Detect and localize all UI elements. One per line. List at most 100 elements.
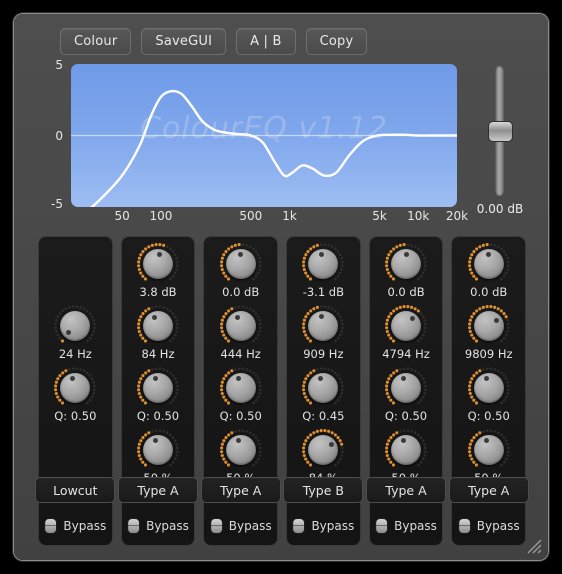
band-1-gain-control: 3.8 dB	[122, 237, 195, 299]
band-1-percent-knob[interactable]	[135, 427, 181, 469]
band-3-gain-knob[interactable]	[300, 241, 346, 283]
band-2-gain-control: 0.0 dB	[204, 237, 277, 299]
lowcut-bypass-control[interactable]: Bypass	[44, 518, 106, 534]
resize-grip-icon[interactable]	[524, 536, 542, 554]
band-3-q-value: Q: 0.45	[302, 409, 345, 423]
band-1-freq-control: 84 Hz	[122, 299, 195, 361]
band-3-percent-control: 84 %	[287, 423, 360, 485]
band-1-gain-knob[interactable]	[135, 241, 181, 283]
band-1-type-button[interactable]: Type A	[118, 477, 198, 503]
band-panel-band-2: 0.0 dB 444 Hz Q: 0.5050 %Type A Bypass	[200, 236, 281, 546]
output-fader-thumb[interactable]	[488, 121, 513, 142]
ab-compare-button[interactable]: A | B	[236, 28, 296, 55]
band-4-type-button[interactable]: Type A	[366, 477, 447, 503]
band-1-bypass-label: Bypass	[146, 519, 189, 533]
x-axis-tick-1k: 1k	[282, 209, 297, 223]
knob-body	[391, 311, 422, 341]
output-section: 0.00 dB	[469, 64, 531, 229]
band-1-q-value: Q: 0.50	[136, 409, 180, 423]
band-4-bypass-control[interactable]: Bypass	[375, 518, 437, 534]
knob-body	[391, 435, 422, 465]
band-3-type-button[interactable]: Type B	[283, 477, 364, 503]
band-2-gain-value: 0.0 dB	[222, 285, 260, 299]
bypass-toggle-icon[interactable]	[44, 518, 58, 534]
band-5-gain-control: 0.0 dB	[452, 237, 525, 299]
knob-pointer	[493, 317, 499, 323]
band-5-freq-value: 9809 Hz	[464, 347, 513, 361]
band-1-bypass-control[interactable]: Bypass	[127, 518, 189, 534]
band-5-percent-knob[interactable]	[466, 427, 512, 469]
band-2-freq-knob[interactable]	[218, 303, 264, 345]
knob-pointer	[409, 316, 415, 322]
eq-curve-display[interactable]: ColourEQ v1.12	[71, 64, 457, 207]
band-2-percent-control: 50 %	[204, 423, 277, 485]
lowcut-freq-knob[interactable]	[52, 303, 98, 345]
band-2-q-control: Q: 0.50	[204, 361, 277, 423]
copy-button[interactable]: Copy	[305, 28, 368, 55]
band-5-q-value: Q: 0.50	[467, 409, 510, 423]
band-5-type-button[interactable]: Type A	[448, 477, 529, 503]
colour-button[interactable]: Colour	[60, 28, 132, 55]
band-2-percent-knob[interactable]	[218, 427, 264, 469]
band-2-freq-control: 444 Hz	[204, 299, 277, 361]
band-3-freq-value: 909 Hz	[303, 347, 344, 361]
bypass-toggle-icon[interactable]	[209, 518, 223, 534]
band-2-q-knob[interactable]	[218, 365, 264, 407]
band-4-q-knob[interactable]	[383, 365, 429, 407]
band-2-bypass-label: Bypass	[228, 519, 272, 533]
knob-body	[143, 311, 173, 341]
bypass-toggle-icon[interactable]	[127, 518, 141, 534]
band-1-freq-knob[interactable]	[135, 303, 181, 345]
band-strip: 24 Hz Q: 0.50 Lowcut Bypass 3.8 dB 84 Hz Q: 0.…	[35, 236, 529, 546]
band-4-gain-knob[interactable]	[383, 241, 429, 283]
lowcut-bypass-label: Bypass	[63, 519, 107, 533]
band-5-gain-value: 0.0 dB	[470, 285, 508, 299]
band-4-percent-control: 50 %	[370, 423, 443, 485]
y-axis-label-bottom: -5	[51, 197, 63, 211]
bypass-toggle-icon[interactable]	[292, 518, 306, 534]
band-3-gain-control: -3.1 dB	[287, 237, 360, 299]
knob-pointer	[403, 252, 409, 257]
band-2-bypass-control[interactable]: Bypass	[209, 518, 272, 534]
lowcut-type-button[interactable]: Lowcut	[35, 477, 116, 503]
lowcut-q-knob[interactable]	[52, 365, 98, 407]
band-4-percent-knob[interactable]	[383, 427, 429, 469]
lowcut-q-control: Q: 0.50	[39, 361, 112, 423]
band-4-gain-value: 0.0 dB	[387, 285, 425, 299]
band-1-q-knob[interactable]	[135, 365, 181, 407]
y-axis-label-middle: 0	[55, 129, 63, 143]
band-5-q-knob[interactable]	[466, 365, 512, 407]
band-5-bypass-control[interactable]: Bypass	[457, 518, 520, 534]
band-5-freq-knob[interactable]	[466, 303, 512, 345]
band-3-percent-knob[interactable]	[300, 427, 346, 469]
band-panel-band-4: 0.0 dB 4794 Hz Q: 0.5050 %Type A Bypass	[366, 236, 447, 546]
band-3-gain-value: -3.1 dB	[302, 285, 344, 299]
band-panel-band-5: 0.0 dB 9809 Hz Q: 0.5050 %Type A Bypass	[448, 236, 529, 546]
band-5-q-control: Q: 0.50	[452, 361, 525, 423]
band-3-q-knob[interactable]	[300, 365, 346, 407]
x-axis: 50 100 500 1k 5k 10k 20k	[71, 209, 469, 227]
band-5-bypass-label: Bypass	[476, 519, 520, 533]
savegui-button[interactable]: SaveGUI	[141, 28, 227, 55]
knob-pointer	[234, 314, 240, 320]
band-panel-lowcut: 24 Hz Q: 0.50 Lowcut Bypass	[35, 236, 116, 546]
band-2-gain-knob[interactable]	[218, 241, 264, 283]
band-1-gain-value: 3.8 dB	[139, 285, 177, 299]
knob-pointer	[152, 314, 158, 320]
band-4-q-value: Q: 0.50	[384, 409, 428, 423]
band-3-bypass-control[interactable]: Bypass	[292, 518, 354, 534]
band-5-gain-knob[interactable]	[466, 241, 512, 283]
lowcut-freq-value: 24 Hz	[58, 347, 92, 361]
band-1-freq-value: 84 Hz	[141, 347, 175, 361]
band-3-freq-knob[interactable]	[300, 303, 346, 345]
band-2-type-button[interactable]: Type A	[200, 477, 281, 503]
band-panel-band-1: 3.8 dB 84 Hz Q: 0.5050 %Type A Bypass	[118, 236, 198, 546]
knob-pointer	[65, 329, 71, 335]
band-panel-band-3: -3.1 dB 909 Hz Q: 0.4584 %Type B Bypass	[283, 236, 364, 546]
band-5-freq-control: 9809 Hz	[452, 299, 525, 361]
bypass-toggle-icon[interactable]	[457, 518, 471, 534]
band-4-freq-knob[interactable]	[383, 303, 429, 345]
x-axis-tick-50: 50	[114, 209, 130, 223]
band-1-percent-control: 50 %	[122, 423, 195, 485]
bypass-toggle-icon[interactable]	[375, 518, 389, 534]
